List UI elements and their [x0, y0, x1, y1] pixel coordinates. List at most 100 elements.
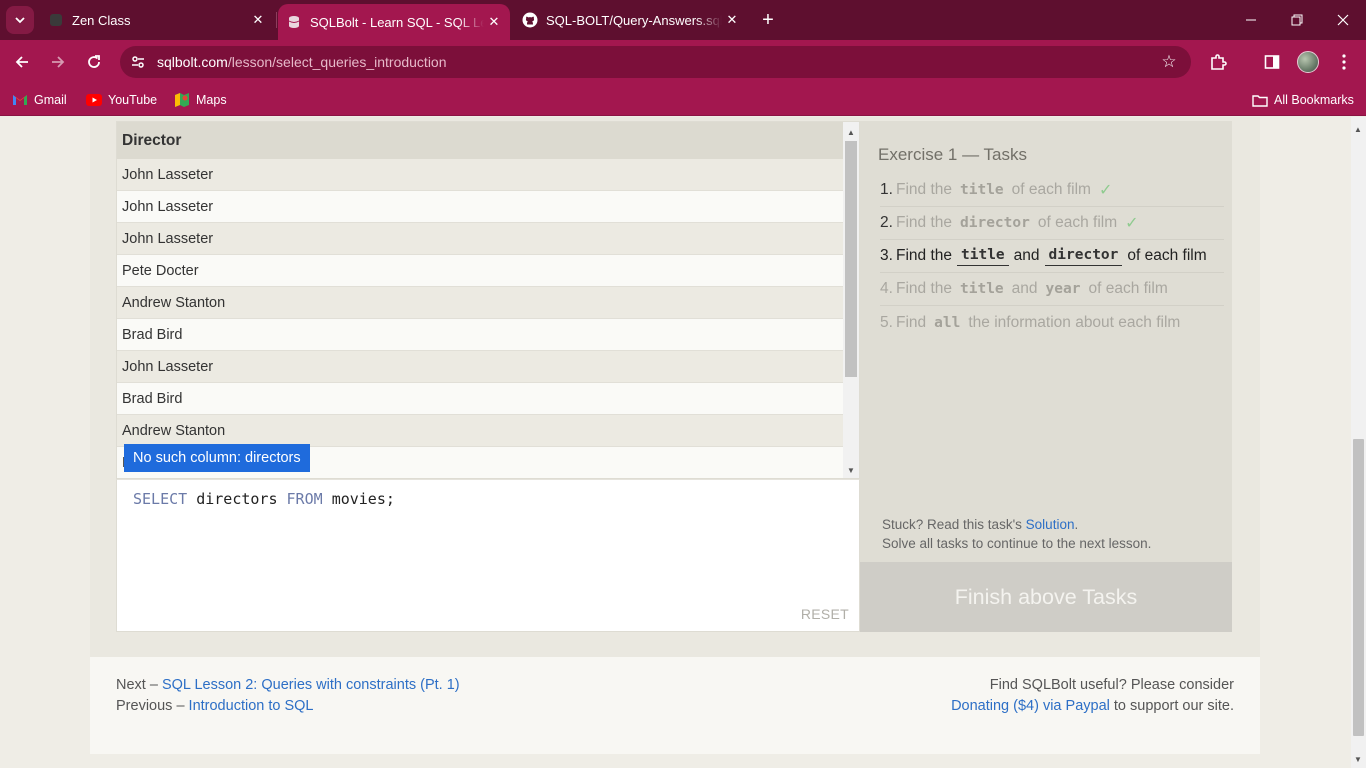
close-icon [1337, 14, 1349, 26]
browser-menu-button[interactable] [1332, 50, 1356, 74]
new-tab-button[interactable]: + [756, 8, 780, 32]
url-text: sqlbolt.com/lesson/select_queries_introd… [157, 54, 447, 70]
site-settings-icon[interactable] [130, 54, 146, 70]
side-panel-icon [1264, 55, 1280, 69]
gmail-icon [12, 92, 28, 108]
restore-icon [1291, 14, 1303, 26]
all-bookmarks-button[interactable]: All Bookmarks [1252, 90, 1354, 110]
table-row: Andrew Stanton [117, 415, 843, 447]
task-number: 5. [880, 313, 893, 331]
task-item: 5. Find all the information about each f… [880, 306, 1224, 339]
close-window-button[interactable] [1320, 0, 1366, 40]
task-text: and [1011, 280, 1038, 297]
query-results-panel[interactable]: Director John Lasseter John Lasseter Joh… [116, 121, 860, 479]
tab-zen-class[interactable]: Zen Class ✕ [40, 0, 274, 40]
scrollbar-thumb[interactable] [845, 141, 857, 377]
task-list: 1. Find the title of each film ✓ 2. Find… [880, 174, 1224, 339]
minimize-button[interactable] [1228, 0, 1274, 40]
task-code: year [1045, 281, 1081, 297]
arrow-right-icon [52, 56, 65, 68]
previous-lesson-link[interactable]: Introduction to SQL [189, 698, 314, 714]
bookmark-star-icon[interactable]: ☆ [1159, 52, 1179, 72]
bookmark-label: Maps [196, 93, 227, 107]
back-button[interactable] [8, 48, 36, 76]
task-text: Find the [896, 214, 953, 231]
exercise-title: Exercise 1 — Tasks [878, 145, 1027, 164]
scroll-down-arrow-icon[interactable]: ▼ [846, 466, 856, 476]
tab-sqlbolt[interactable]: SQLBolt - Learn SQL - SQL Lesson ✕ [278, 4, 510, 40]
task-number: 4. [880, 280, 893, 297]
support-message: Find SQLBolt useful? Please consider Don… [951, 675, 1234, 717]
task-item: 1. Find the title of each film ✓ [880, 174, 1224, 207]
tab-title: SQL-BOLT/Query-Answers.sql at [546, 12, 722, 28]
close-tab-icon[interactable]: ✕ [484, 12, 504, 32]
tab-search-button[interactable] [6, 6, 34, 34]
finish-tasks-button[interactable]: Finish above Tasks [860, 562, 1232, 632]
table-row: Andrew Stanton [117, 287, 843, 319]
task-text: Find the [896, 181, 953, 198]
checkmark-icon: ✓ [1125, 215, 1139, 232]
bookmark-maps[interactable]: Maps [174, 90, 227, 110]
task-text: Find [896, 313, 927, 331]
bookmark-gmail[interactable]: Gmail [12, 90, 67, 110]
task-code: director [1044, 247, 1123, 266]
results-scrollbar[interactable]: ▲ ▼ [843, 122, 859, 478]
solve-all-text: Solve all tasks to continue to the next … [882, 536, 1152, 551]
scroll-up-arrow-icon[interactable]: ▲ [846, 128, 856, 138]
table-row: John Lasseter [117, 351, 843, 383]
side-panel-button[interactable] [1260, 50, 1284, 74]
exercise-tasks-panel: Exercise 1 — Tasks 1. Find the title of … [860, 121, 1232, 562]
solution-link[interactable]: Solution [1026, 517, 1075, 532]
sql-editor[interactable]: SELECT directors FROM movies; RESET [116, 479, 860, 632]
table-row: Brad Bird [117, 319, 843, 351]
bookmark-youtube[interactable]: YouTube [86, 90, 157, 110]
scroll-up-arrow-icon[interactable]: ▲ [1354, 125, 1362, 134]
task-item: 2. Find the director of each film ✓ [880, 207, 1224, 240]
task-item: 4. Find the title and year of each film [880, 273, 1224, 306]
youtube-icon [86, 92, 102, 108]
next-prefix: Next – [116, 677, 158, 693]
address-bar[interactable]: sqlbolt.com/lesson/select_queries_introd… [120, 46, 1191, 78]
next-lesson-link[interactable]: SQL Lesson 2: Queries with constraints (… [162, 677, 460, 693]
support-suffix: to support our site. [1113, 698, 1234, 714]
extensions-button[interactable] [1206, 50, 1230, 74]
task-code: title [960, 182, 1004, 198]
forward-button[interactable] [44, 48, 72, 76]
task-code: director [960, 215, 1030, 231]
task-code: all [934, 314, 961, 331]
task-text: Find the [896, 280, 953, 297]
tab-github[interactable]: SQL-BOLT/Query-Answers.sql at ✕ [514, 0, 748, 40]
url-host: sqlbolt.com [157, 54, 228, 70]
donate-link[interactable]: Donating ($4) via Paypal [951, 698, 1110, 714]
scroll-down-arrow-icon[interactable]: ▼ [1354, 755, 1362, 764]
restore-button[interactable] [1274, 0, 1320, 40]
previous-prefix: Previous – [116, 698, 185, 714]
task-number: 2. [880, 214, 893, 231]
sql-query-text[interactable]: SELECT directors FROM movies; [133, 490, 395, 508]
avatar-icon [1297, 51, 1319, 73]
sql-identifier: directors [196, 490, 278, 508]
url-path: /lesson/select_queries_introduction [227, 54, 447, 70]
stuck-hint: Stuck? Read this task's Solution. Solve … [882, 517, 1152, 551]
profile-avatar[interactable] [1296, 50, 1320, 74]
tab-title: Zen Class [72, 12, 131, 28]
donate-line: Donating ($4) via Paypal to support our … [951, 696, 1234, 717]
close-tab-icon[interactable]: ✕ [248, 10, 268, 30]
error-message: No such column: directors [124, 444, 310, 472]
task-text: of each film [1127, 247, 1207, 264]
reload-button[interactable] [80, 48, 108, 76]
page-scrollbar[interactable]: ▲ ▼ [1351, 117, 1366, 768]
scrollbar-thumb[interactable] [1353, 439, 1364, 736]
all-bookmarks-label: All Bookmarks [1274, 93, 1354, 107]
folder-icon [1252, 92, 1268, 108]
bookmark-label: YouTube [108, 93, 158, 107]
reset-button[interactable]: RESET [801, 606, 849, 622]
reload-icon [88, 55, 100, 68]
close-tab-icon[interactable]: ✕ [722, 10, 742, 30]
page-viewport: Director John Lasseter John Lasseter Joh… [0, 117, 1366, 768]
github-icon [522, 12, 538, 28]
bookmark-label: Gmail [34, 93, 67, 107]
task-text: the information about each film [968, 313, 1181, 331]
stuck-text: Stuck? Read this task's [882, 517, 1022, 532]
checkmark-icon: ✓ [1098, 182, 1113, 199]
